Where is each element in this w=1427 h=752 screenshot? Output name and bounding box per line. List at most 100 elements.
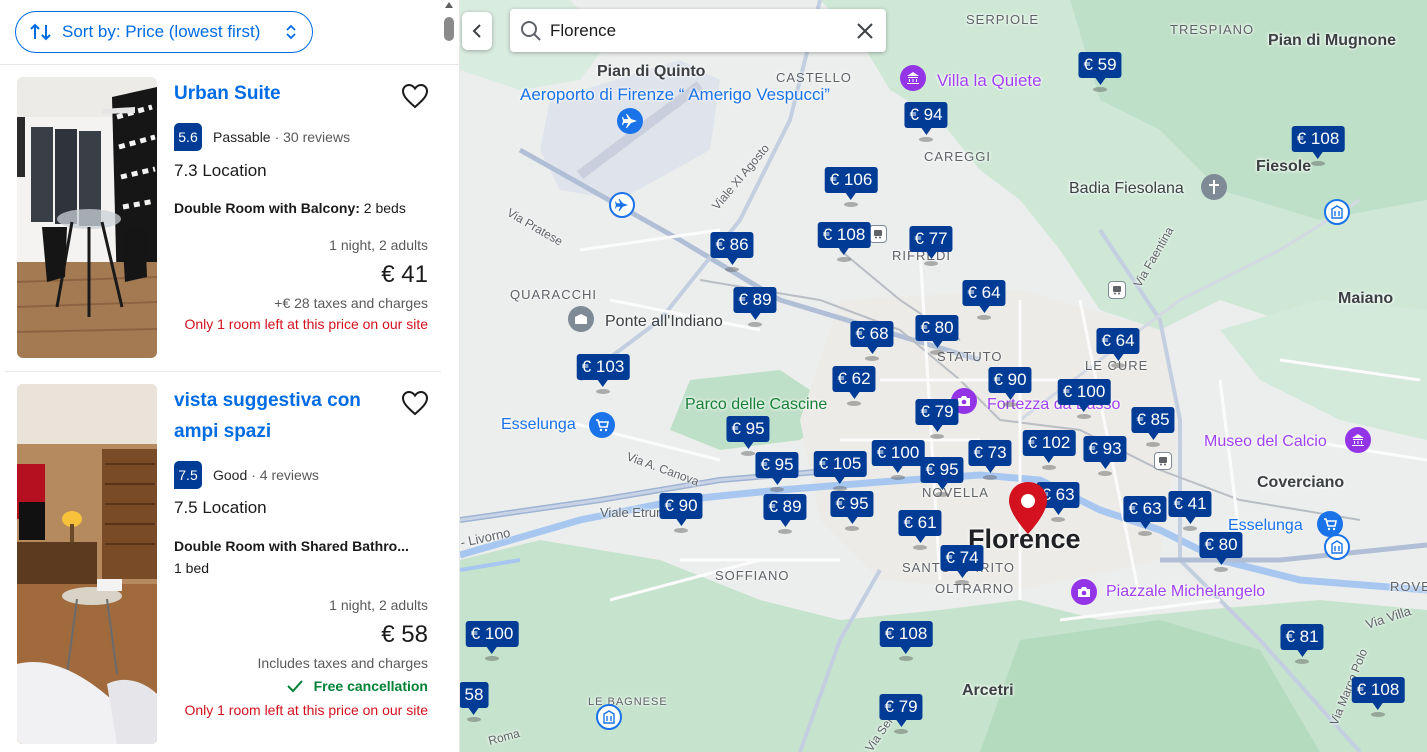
price-pin[interactable]: € 95: [830, 491, 874, 524]
scrollbar[interactable]: [444, 0, 454, 752]
pin-shadow: [1098, 471, 1112, 476]
price-pin[interactable]: € 59: [1078, 52, 1122, 85]
price-pin[interactable]: € 95: [920, 457, 964, 490]
map-search-box[interactable]: [510, 9, 886, 52]
price-pin[interactable]: € 63: [1123, 496, 1167, 529]
airport-icon[interactable]: [617, 108, 643, 134]
vista-photo: [17, 384, 157, 744]
flight-marker-icon[interactable]: [609, 192, 635, 218]
price-pin[interactable]: € 108: [879, 621, 933, 654]
map-label-pian-di-mugnone: Pian di Mugnone: [1268, 32, 1396, 49]
price-pin[interactable]: € 86: [710, 232, 754, 265]
price-pin[interactable]: € 108: [1351, 677, 1405, 710]
price-pin[interactable]: € 108: [817, 222, 871, 255]
property-photo[interactable]: [17, 77, 157, 358]
review-score-row: 5.6 Passable · 30 reviews: [174, 123, 350, 151]
sort-label: Sort by: Price (lowest first): [62, 22, 261, 41]
favorite-heart-icon[interactable]: [401, 83, 429, 109]
price-pin[interactable]: € 79: [915, 399, 959, 432]
price-pin[interactable]: € 81: [1280, 624, 1324, 657]
price-pin[interactable]: € 100: [465, 621, 519, 654]
pin-shadow: [1311, 161, 1325, 166]
map-label-piazzale-michelangelo[interactable]: Piazzale Michelangelo: [1106, 583, 1265, 601]
hotel-icon[interactable]: [596, 704, 622, 730]
hotel-icon[interactable]: [1324, 199, 1350, 225]
urban-suite-photo: [17, 77, 157, 358]
pin-shadow: [1111, 363, 1125, 368]
price-pin[interactable]: € 79: [879, 694, 923, 727]
close-icon[interactable]: [856, 22, 874, 40]
train-station-icon[interactable]: [869, 225, 887, 243]
price-pin[interactable]: 58: [460, 682, 489, 715]
map[interactable]: SERPIOLE TRESPIANO Pian di Mugnone Pian …: [460, 0, 1427, 752]
review-score-row: 7.5 Good · 4 reviews: [174, 461, 319, 489]
search-input[interactable]: [550, 20, 856, 41]
price-pin[interactable]: € 95: [726, 416, 770, 449]
availability-warning: Only 1 room left at this price on our si…: [184, 316, 428, 332]
train-station-icon[interactable]: [1108, 281, 1126, 299]
camera-icon[interactable]: [1071, 579, 1097, 605]
scroll-up-arrow[interactable]: [445, 2, 453, 8]
price-pin[interactable]: € 61: [898, 510, 942, 543]
price-pin[interactable]: € 100: [1057, 379, 1111, 412]
pin-shadow: [596, 389, 610, 394]
shopping-cart-icon[interactable]: [589, 412, 615, 438]
property-title[interactable]: vista suggestiva con ampi spazi: [174, 385, 404, 447]
price-pin[interactable]: € 90: [659, 493, 703, 526]
checkmark-icon: [286, 680, 303, 693]
shopping-cart-icon[interactable]: [1317, 511, 1343, 537]
price-pin[interactable]: € 100: [871, 440, 925, 473]
pin-shadow: [837, 257, 851, 262]
property-card[interactable]: Urban Suite 5.6 Passable · 30 reviews 7.…: [5, 65, 441, 372]
price-pin[interactable]: € 68: [850, 321, 894, 354]
property-photo[interactable]: [17, 384, 157, 744]
price-pin[interactable]: € 94: [904, 102, 948, 135]
church-icon[interactable]: [1201, 174, 1227, 200]
price-pin[interactable]: € 108: [1291, 126, 1345, 159]
sort-button[interactable]: Sort by: Price (lowest first): [15, 11, 313, 53]
map-label-ponte-all-indiano[interactable]: Ponte all'Indiano: [605, 313, 723, 331]
map-label-maiano: Maiano: [1338, 290, 1394, 307]
price-pin[interactable]: € 73: [968, 440, 1012, 473]
price-pin[interactable]: € 95: [755, 452, 799, 485]
price-pin[interactable]: € 89: [763, 494, 807, 527]
price-pin[interactable]: € 106: [824, 167, 878, 200]
location-marker-icon[interactable]: [1007, 480, 1049, 536]
price-pin[interactable]: € 85: [1131, 407, 1175, 440]
map-label-museo-del-calcio[interactable]: Museo del Calcio: [1204, 433, 1327, 451]
price-pin[interactable]: € 89: [733, 287, 777, 320]
price-pin[interactable]: € 80: [1199, 532, 1243, 565]
train-station-icon[interactable]: [1154, 452, 1172, 470]
property-card[interactable]: vista suggestiva con ampi spazi 7.5 Good…: [5, 372, 441, 752]
price-pin[interactable]: € 80: [915, 315, 959, 348]
price-pin[interactable]: € 77: [909, 226, 953, 259]
price-pin[interactable]: € 41: [1168, 491, 1212, 524]
map-label-parco-delle-cascine[interactable]: Parco delle Cascine: [685, 396, 827, 413]
price-pin[interactable]: € 90: [988, 367, 1032, 400]
map-label-badia-fiesolana[interactable]: Badia Fiesolana: [1069, 180, 1184, 198]
price-pin[interactable]: € 74: [940, 545, 984, 578]
pin-shadow: [891, 475, 905, 480]
map-label-oltrarno: OLTRARNO: [935, 581, 1015, 596]
price-pin[interactable]: € 64: [962, 280, 1006, 313]
museum-icon[interactable]: [900, 65, 926, 91]
price-pin[interactable]: € 102: [1022, 430, 1076, 463]
map-label-airport[interactable]: Aeroporto di Firenze “ Amerigo Vespucci”: [520, 86, 830, 103]
price-pin[interactable]: € 64: [1096, 328, 1140, 361]
hotel-icon[interactable]: [1324, 534, 1350, 560]
map-label-novella: NOVELLA: [922, 485, 989, 500]
scroll-thumb[interactable]: [444, 17, 454, 41]
price-pin[interactable]: € 93: [1083, 436, 1127, 469]
price-pin[interactable]: € 62: [832, 366, 876, 399]
free-cancellation: Free cancellation: [286, 678, 428, 694]
map-label-esselunga[interactable]: Esselunga: [501, 416, 576, 434]
price-pin[interactable]: € 103: [576, 354, 630, 387]
favorite-heart-icon[interactable]: [401, 390, 429, 416]
collapse-panel-button[interactable]: [462, 12, 492, 50]
map-label-villa-la-quiete[interactable]: Villa la Quiete: [937, 71, 1042, 91]
price-pin[interactable]: € 105: [813, 451, 867, 484]
pin-shadow: [1371, 712, 1385, 717]
property-title[interactable]: Urban Suite: [174, 78, 404, 109]
museum-icon[interactable]: [1345, 427, 1371, 453]
hospital-icon[interactable]: [568, 306, 594, 332]
